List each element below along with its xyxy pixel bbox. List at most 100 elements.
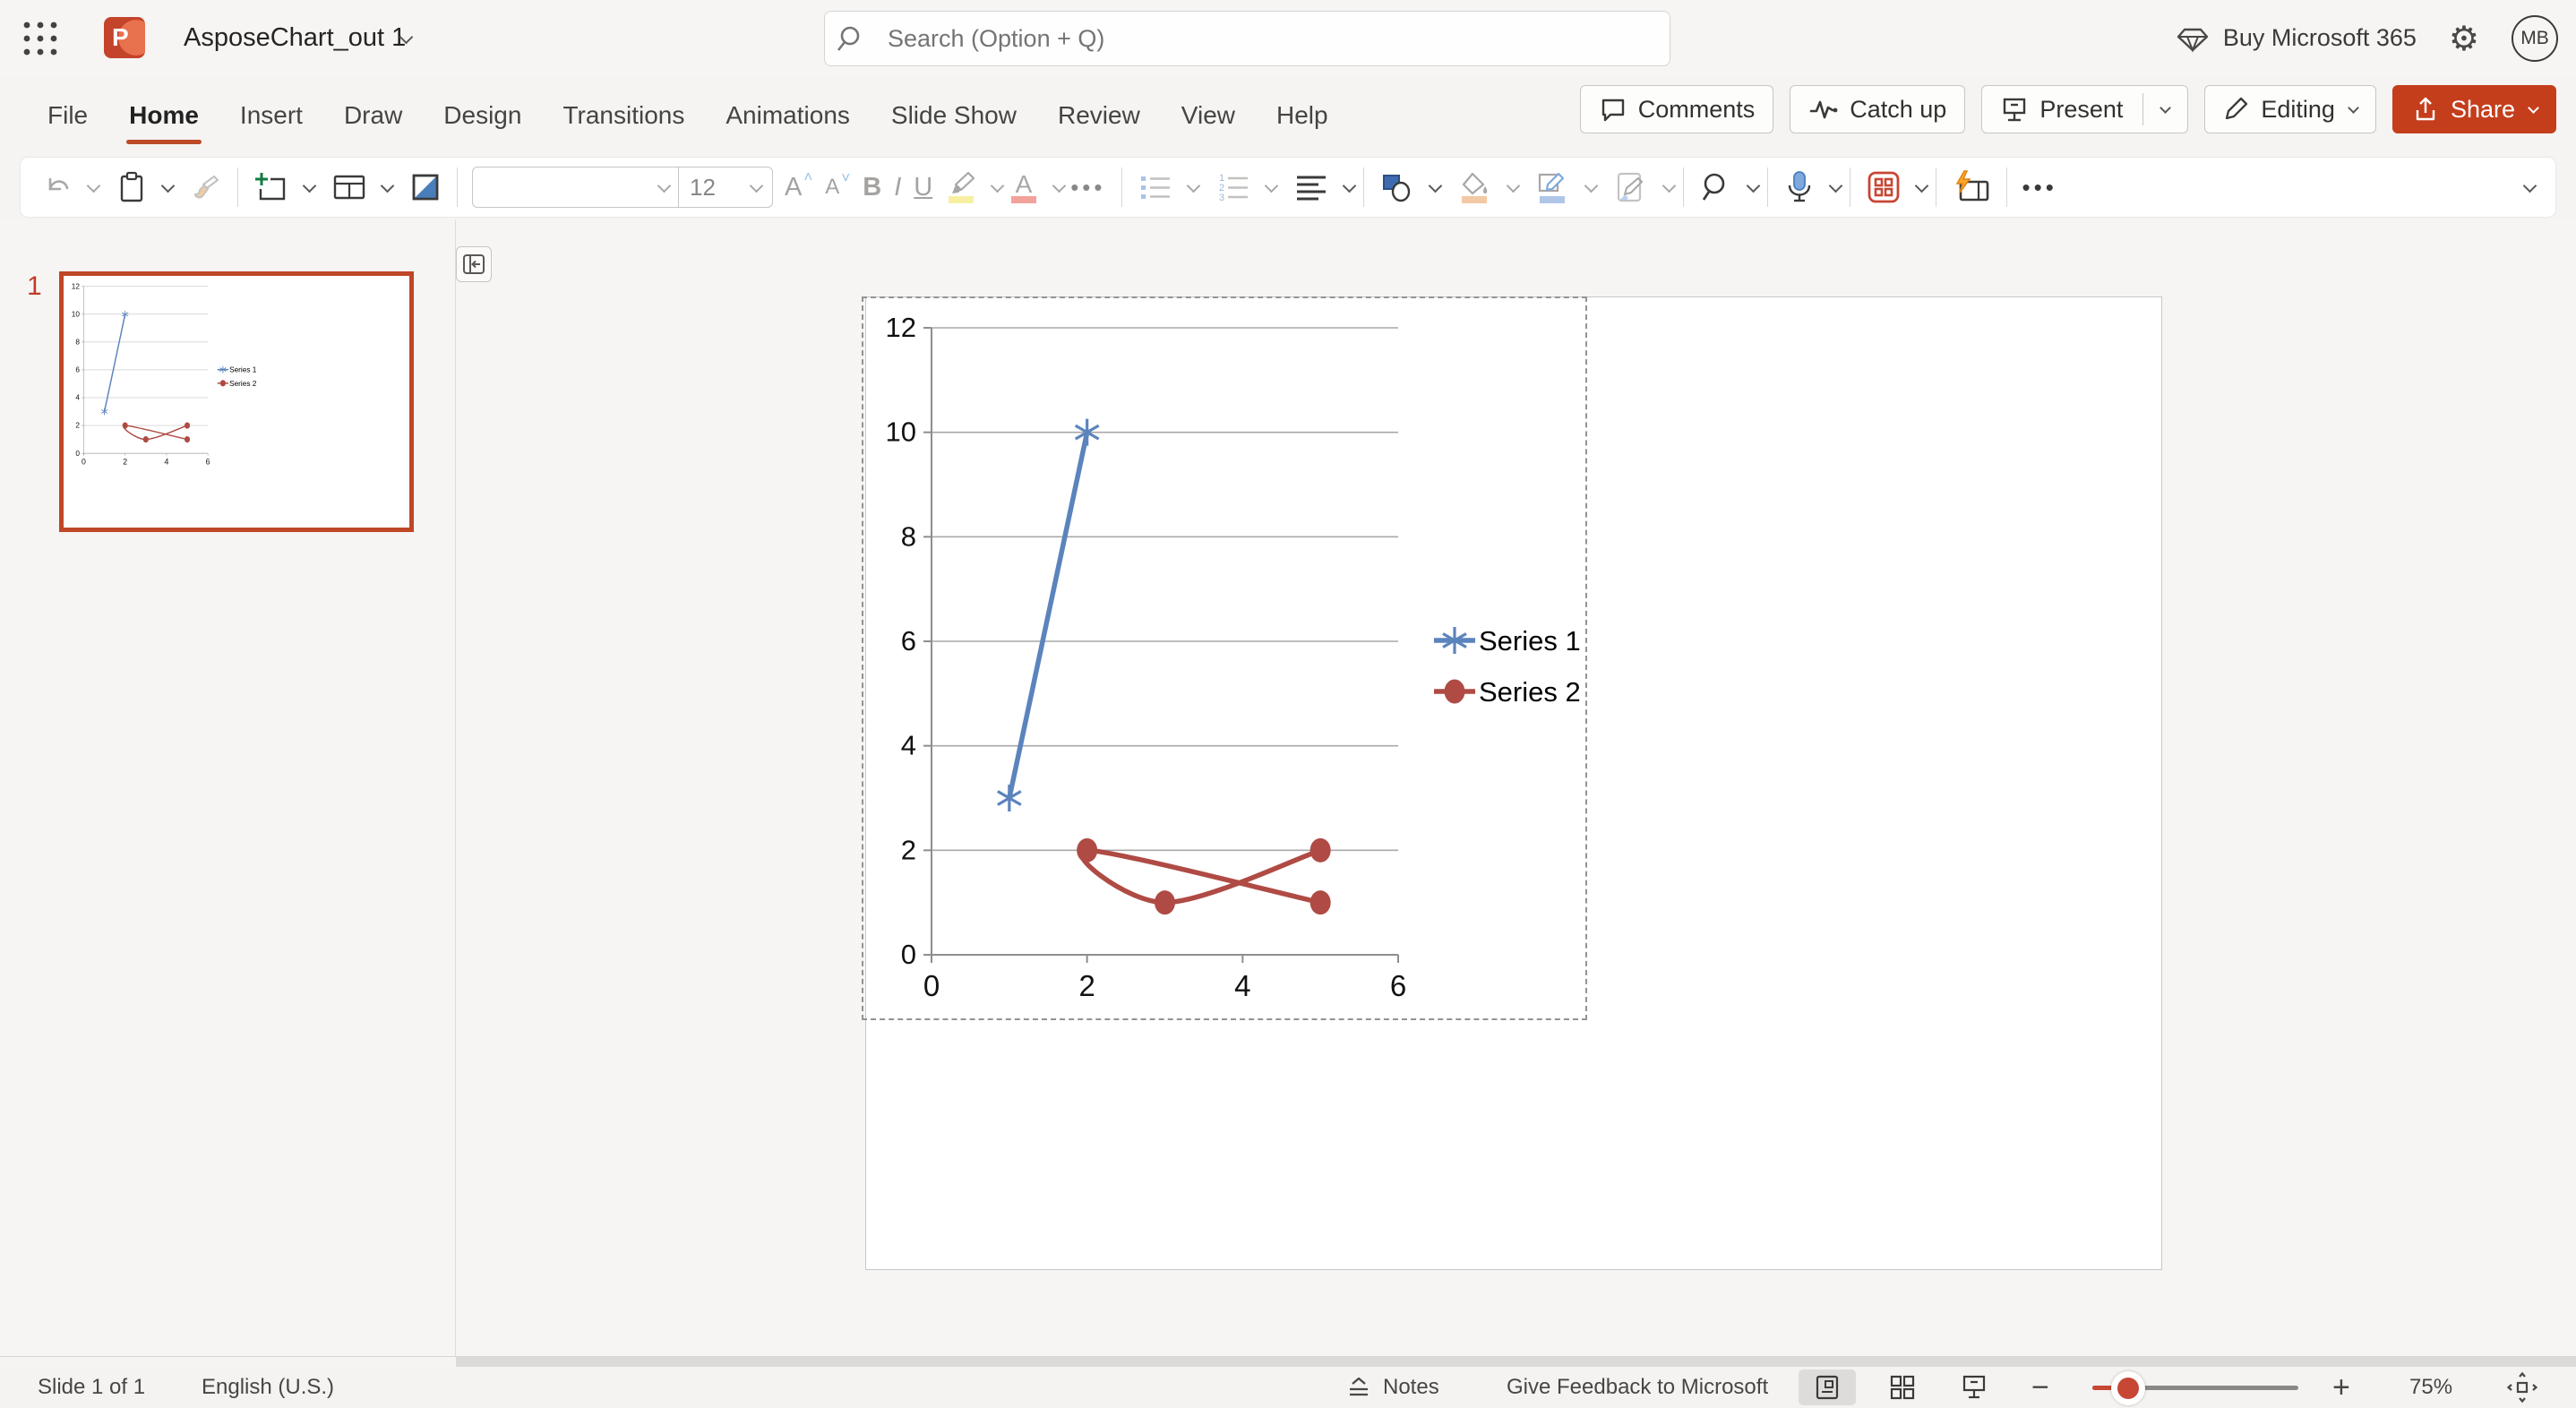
designer-icon: [1866, 169, 1902, 205]
share-dropdown-chevron-icon[interactable]: [2528, 102, 2539, 114]
collapse-ribbon-button[interactable]: [2510, 162, 2541, 212]
paste-button[interactable]: [109, 162, 154, 212]
present-dropdown-chevron-icon[interactable]: [2160, 102, 2172, 114]
shape-outline-dropdown-chevron-icon[interactable]: [1584, 178, 1598, 193]
search-placeholder: Search (Option + Q): [888, 25, 1104, 53]
menu-item-review[interactable]: Review: [1037, 76, 1161, 155]
shape-fill-button[interactable]: [1451, 162, 1499, 212]
menu-item-home[interactable]: Home: [108, 76, 219, 155]
undo-dropdown-chevron-icon[interactable]: [87, 178, 101, 193]
quick-actions-button[interactable]: [1945, 162, 1997, 212]
slide-thumbnail[interactable]: 0246810120246Series 1Series 2: [59, 271, 414, 532]
menu-item-draw[interactable]: Draw: [323, 76, 423, 155]
underline-button[interactable]: U: [907, 162, 939, 212]
dictate-button[interactable]: [1777, 162, 1822, 212]
diamond-icon: [2175, 22, 2211, 55]
svg-text:6: 6: [1390, 969, 1406, 1002]
present-button[interactable]: Present: [1981, 85, 2188, 133]
editing-canvas[interactable]: 0246810120246Series 1Series 2: [456, 219, 2576, 1357]
menu-item-transitions[interactable]: Transitions: [542, 76, 705, 155]
catch-up-button[interactable]: Catch up: [1790, 85, 1965, 133]
menu-item-insert[interactable]: Insert: [219, 76, 323, 155]
document-title[interactable]: AsposeChart_out 1: [184, 23, 406, 53]
font-size-chevron-icon: [750, 178, 764, 193]
zoom-in-button[interactable]: +: [2332, 1367, 2350, 1408]
search-input[interactable]: Search (Option + Q): [824, 11, 1670, 66]
powerpoint-logo-icon[interactable]: P: [104, 17, 145, 58]
menu-item-file[interactable]: File: [27, 76, 108, 155]
align-button[interactable]: [1287, 162, 1335, 212]
normal-view-button[interactable]: [1799, 1369, 1856, 1405]
font-size-select[interactable]: 12: [679, 167, 772, 207]
paste-dropdown-chevron-icon[interactable]: [161, 178, 176, 193]
comments-button[interactable]: Comments: [1580, 85, 1774, 133]
menu-item-help[interactable]: Help: [1256, 76, 1349, 155]
align-dropdown-chevron-icon[interactable]: [1342, 178, 1356, 193]
menu-item-slide-show[interactable]: Slide Show: [871, 76, 1037, 155]
find-dropdown-chevron-icon[interactable]: [1746, 178, 1760, 193]
shape-effects-dropdown-chevron-icon[interactable]: [1662, 178, 1676, 193]
font-ellipsis-icon: •••: [1070, 174, 1105, 202]
background-format-button[interactable]: [403, 162, 448, 212]
undo-icon: [41, 171, 73, 203]
shape-fill-dropdown-chevron-icon[interactable]: [1506, 178, 1520, 193]
find-button[interactable]: [1693, 162, 1739, 212]
bold-icon: B: [863, 173, 881, 202]
layout-dropdown-chevron-icon[interactable]: [381, 178, 395, 193]
shape-outline-button[interactable]: [1529, 162, 1577, 212]
share-button[interactable]: Share: [2392, 85, 2556, 133]
highlight-button[interactable]: [939, 162, 983, 212]
buy-microsoft-365-button[interactable]: Buy Microsoft 365: [2175, 22, 2417, 55]
notes-toggle[interactable]: Notes: [1345, 1367, 1439, 1408]
underline-icon: U: [914, 173, 932, 202]
bold-button[interactable]: B: [856, 162, 888, 212]
zoom-level[interactable]: 75%: [2409, 1367, 2452, 1408]
more-commands-button[interactable]: •••: [2016, 162, 2064, 212]
undo-button[interactable]: [35, 162, 80, 212]
grow-font-button[interactable]: A˄: [778, 162, 819, 212]
new-slide-button[interactable]: [247, 162, 296, 212]
shrink-font-button[interactable]: A˅: [819, 162, 856, 212]
bullets-button[interactable]: [1131, 162, 1180, 212]
dictate-dropdown-chevron-icon[interactable]: [1828, 178, 1842, 193]
menu-item-animations[interactable]: Animations: [705, 76, 871, 155]
normal-view-icon: [1813, 1373, 1842, 1402]
numbering-button[interactable]: 1 2 3: [1209, 162, 1258, 212]
slide-sorter-view-button[interactable]: [1874, 1369, 1931, 1405]
font-name-select[interactable]: [473, 167, 679, 207]
shapes-dropdown-chevron-icon[interactable]: [1428, 178, 1442, 193]
feedback-link[interactable]: Give Feedback to Microsoft: [1507, 1367, 1768, 1408]
app-launcher-icon[interactable]: [20, 18, 61, 59]
slideshow-view-button[interactable]: [1945, 1369, 2003, 1405]
editing-dropdown-chevron-icon[interactable]: [2348, 102, 2359, 114]
svg-text:12: 12: [886, 312, 916, 343]
new-slide-dropdown-chevron-icon[interactable]: [303, 178, 317, 193]
shapes-button[interactable]: [1373, 162, 1421, 212]
chart-object[interactable]: 0246810120246Series 1Series 2: [862, 296, 1587, 1020]
bullets-dropdown-chevron-icon[interactable]: [1186, 178, 1200, 193]
shape-effects-button[interactable]: [1607, 162, 1655, 212]
zoom-out-button[interactable]: −: [2031, 1367, 2049, 1408]
format-painter-button[interactable]: [184, 162, 228, 212]
slide-counter[interactable]: Slide 1 of 1: [38, 1367, 145, 1408]
account-avatar[interactable]: MB: [2512, 15, 2558, 62]
more-font-options-button[interactable]: •••: [1064, 162, 1112, 212]
language-status[interactable]: English (U.S.): [202, 1367, 334, 1408]
fit-to-window-button[interactable]: [2506, 1367, 2538, 1408]
layout-button[interactable]: [325, 162, 374, 212]
zoom-slider-thumb[interactable]: [2111, 1371, 2145, 1405]
shape-fill-icon: [1457, 169, 1493, 205]
font-color-button[interactable]: A: [1002, 162, 1045, 212]
svg-text:12: 12: [72, 282, 81, 290]
svg-text:0: 0: [901, 939, 916, 970]
collapse-ribbon-chevron-icon: [2523, 178, 2537, 193]
horizontal-scrollbar[interactable]: [456, 1357, 2576, 1367]
italic-button[interactable]: I: [888, 162, 907, 212]
designer-button[interactable]: [1859, 162, 1908, 212]
menu-item-design[interactable]: Design: [423, 76, 542, 155]
menu-item-view[interactable]: View: [1161, 76, 1256, 155]
designer-dropdown-chevron-icon[interactable]: [1914, 178, 1928, 193]
numbering-dropdown-chevron-icon[interactable]: [1264, 178, 1278, 193]
editing-mode-button[interactable]: Editing: [2204, 85, 2376, 133]
settings-gear-icon[interactable]: ⚙: [2449, 19, 2479, 58]
